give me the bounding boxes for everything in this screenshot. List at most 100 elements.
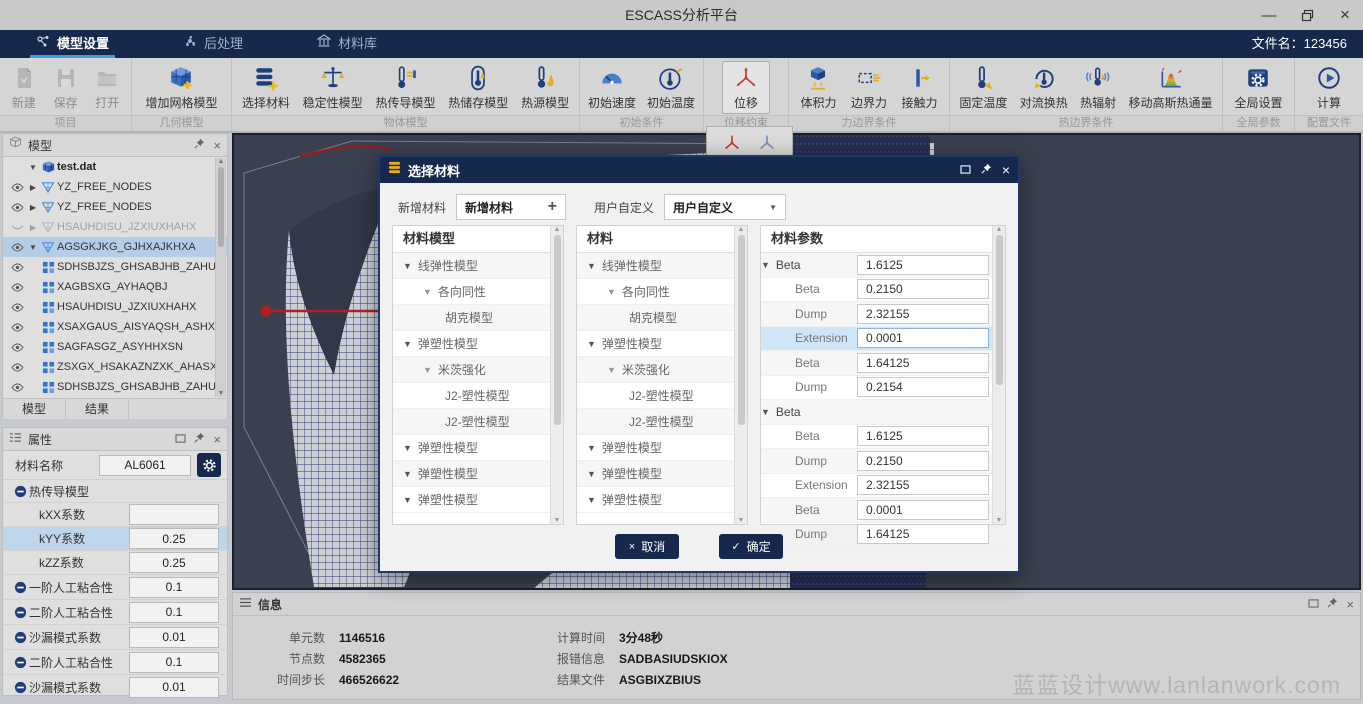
eye-closed-icon[interactable]	[7, 223, 27, 232]
list-item[interactable]: J2-塑性模型	[577, 409, 747, 435]
close-icon[interactable]: ×	[1002, 162, 1010, 178]
material-name-field[interactable]: AL6061	[99, 455, 191, 476]
tab-material-library[interactable]: 材料库	[311, 30, 383, 58]
tab-model-settings[interactable]: 模型设置	[30, 30, 115, 58]
restore-icon[interactable]	[1299, 7, 1315, 23]
eye-icon[interactable]	[7, 383, 27, 392]
param-value-field[interactable]: 1.64125	[857, 353, 989, 373]
boundary-force-button[interactable]: 边界力	[848, 61, 890, 113]
list-item[interactable]: ▼线弹性模型	[577, 253, 747, 279]
save-button[interactable]: 保存	[48, 61, 84, 113]
list-item[interactable]: ▼弹塑性模型	[393, 461, 563, 487]
list-item[interactable]: ▼各向同性	[393, 279, 563, 305]
collapse-icon[interactable]	[11, 581, 29, 594]
property-section[interactable]: 热传导模型	[3, 480, 227, 503]
property-value-field[interactable]: 0.1	[129, 652, 219, 673]
collapse-icon[interactable]	[11, 656, 29, 669]
add-icon[interactable]: +	[548, 198, 557, 216]
collapse-icon[interactable]	[11, 631, 29, 644]
param-group-row[interactable]: ▼Beta	[761, 400, 1005, 425]
param-value-field[interactable]: 0.2154	[857, 377, 989, 397]
tree-scrollbar[interactable]: ▲▼	[215, 158, 226, 397]
body-force-button[interactable]: 体积力	[797, 61, 839, 113]
fixed-temperature-button[interactable]: 固定温度	[956, 61, 1010, 113]
eye-icon[interactable]	[7, 343, 27, 352]
global-settings-button[interactable]: 全局设置	[1231, 61, 1285, 113]
tree-row[interactable]: SAGFASGZ_ASYHHXSN	[3, 337, 227, 357]
eye-icon[interactable]	[7, 303, 27, 312]
param-value-field[interactable]: 0.2150	[857, 451, 989, 471]
user-defined-select[interactable]: 用户自定义 ▼	[664, 194, 786, 220]
pin-icon[interactable]	[981, 161, 992, 179]
tree-row[interactable]: ▶ YZ_FREE_NODES	[3, 177, 227, 197]
list-item[interactable]: ▼各向同性	[577, 279, 747, 305]
list-item[interactable]: ▼弹塑性模型	[393, 487, 563, 513]
list-item[interactable]: ▼线弹性模型	[393, 253, 563, 279]
tree-row[interactable]: ▶ HSAUHDISU_JZXIUXHAHX	[3, 217, 227, 237]
stability-model-button[interactable]: 稳定性模型	[300, 61, 366, 113]
tree-row[interactable]: XAGBSXG_AYHAQBJ	[3, 277, 227, 297]
list-item[interactable]: ▼米茨强化	[577, 357, 747, 383]
minimize-icon[interactable]: —	[1261, 7, 1277, 23]
property-value-field[interactable]: 0.01	[129, 627, 219, 648]
param-value-field[interactable]: 1.6125	[857, 426, 989, 446]
heat-source-button[interactable]: 热源模型	[518, 61, 572, 113]
eye-icon[interactable]	[7, 363, 27, 372]
eye-icon[interactable]	[7, 323, 27, 332]
property-value-field[interactable]: 0.01	[129, 677, 219, 698]
eye-icon[interactable]	[7, 183, 27, 192]
tree-row[interactable]: SDHSBJZS_GHSABJHB_ZAHU	[3, 377, 227, 397]
add-mesh-model-button[interactable]: 增加网格模型	[142, 61, 220, 113]
scrollbar[interactable]: ▲▼	[734, 226, 747, 524]
pin-icon[interactable]	[194, 430, 205, 448]
maximize-icon[interactable]	[175, 430, 186, 448]
initial-velocity-button[interactable]: 初始速度	[585, 61, 639, 113]
result-tab[interactable]: 结果	[66, 399, 129, 419]
property-value-field[interactable]: 0.25	[129, 552, 219, 573]
property-value-field[interactable]: 0.1	[129, 577, 219, 598]
maximize-icon[interactable]	[960, 161, 971, 179]
convection-button[interactable]: 对流换热	[1017, 61, 1071, 113]
scrollbar[interactable]: ▲▼	[992, 226, 1005, 524]
material-settings-button[interactable]	[197, 453, 221, 477]
list-item[interactable]: ▼弹塑性模型	[577, 487, 747, 513]
eye-icon[interactable]	[7, 203, 27, 212]
moving-gauss-flux-button[interactable]: 移动高斯热通量	[1126, 61, 1216, 113]
initial-temperature-button[interactable]: 初始温度	[644, 61, 698, 113]
pin-icon[interactable]	[194, 136, 205, 154]
select-material-button[interactable]: 选择材料	[239, 61, 293, 113]
param-value-field[interactable]: 2.32155	[857, 304, 989, 324]
tree-row[interactable]: HSAUHDISU_JZXIUXHAHX	[3, 297, 227, 317]
param-value-field[interactable]: 0.0001	[857, 328, 989, 348]
maximize-icon[interactable]	[1308, 595, 1319, 613]
cancel-button[interactable]: × 取消	[615, 534, 679, 559]
list-item[interactable]: ▼弹塑性模型	[577, 461, 747, 487]
property-value-field[interactable]: 0.25	[129, 528, 219, 549]
property-value-field[interactable]	[129, 504, 219, 525]
eye-icon[interactable]	[7, 243, 27, 252]
property-value-field[interactable]: 0.1	[129, 602, 219, 623]
displacement-button[interactable]: 位移	[722, 61, 770, 114]
dialog-header[interactable]: 选择材料 ×	[380, 157, 1018, 183]
list-item[interactable]: J2-塑性模型	[393, 409, 563, 435]
list-item[interactable]: J2-塑性模型	[577, 383, 747, 409]
eye-icon[interactable]	[7, 283, 27, 292]
param-value-field[interactable]: 1.6125	[857, 255, 989, 275]
tree-row[interactable]: ▶ YZ_FREE_NODES	[3, 197, 227, 217]
heat-conduction-button[interactable]: 热传导模型	[372, 61, 438, 113]
collapse-icon[interactable]	[11, 485, 29, 498]
new-button[interactable]: 新建	[6, 61, 42, 113]
list-item[interactable]: ▼米茨强化	[393, 357, 563, 383]
close-icon[interactable]: ×	[213, 138, 221, 153]
close-icon[interactable]: ×	[213, 432, 221, 447]
tree-row[interactable]: SDHSBJZS_GHSABJHB_ZAHU	[3, 257, 227, 277]
heat-storage-button[interactable]: 热储存模型	[445, 61, 511, 113]
list-item[interactable]: 胡克模型	[393, 305, 563, 331]
close-icon[interactable]: ×	[1346, 597, 1354, 612]
pin-icon[interactable]	[1327, 595, 1338, 613]
confirm-button[interactable]: ✓ 确定	[719, 534, 783, 559]
new-material-input[interactable]: 新增材料 +	[456, 194, 566, 220]
collapse-icon[interactable]	[11, 681, 29, 694]
open-button[interactable]: 打开	[89, 61, 125, 113]
list-item[interactable]: 胡克模型	[577, 305, 747, 331]
